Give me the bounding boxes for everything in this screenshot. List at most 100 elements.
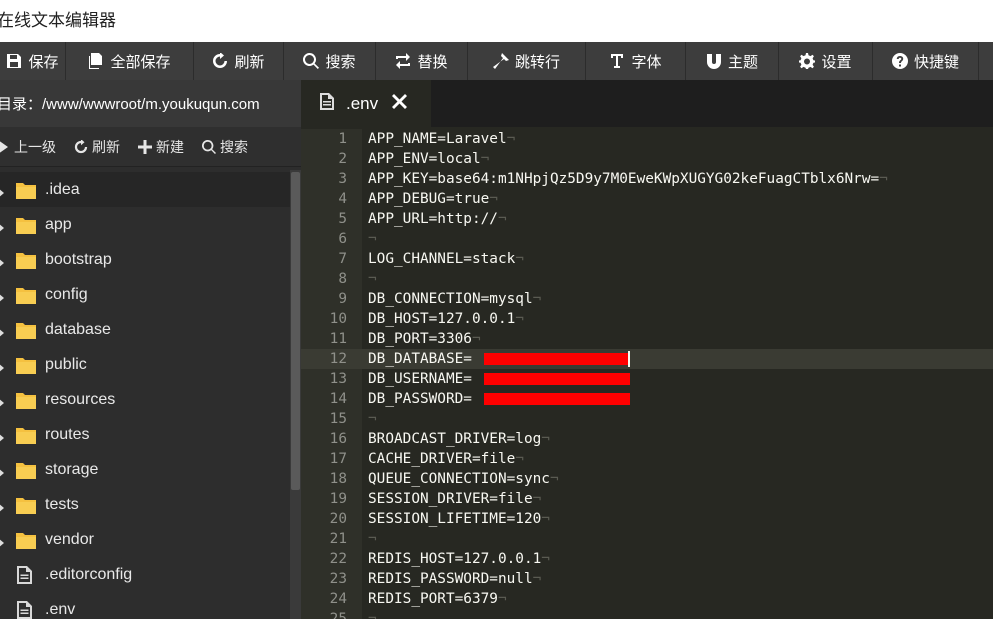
end-of-line-marker: ¬ [368, 611, 377, 619]
code-line-text: DB_PASSWORD= [368, 391, 472, 407]
code-line[interactable]: 1 APP_NAME=Laravel¬ [301, 129, 993, 149]
caret-right-icon[interactable] [0, 325, 6, 336]
code-line[interactable]: 5 APP_URL=http://¬ [301, 209, 993, 229]
tree-item-editorconfig[interactable]: .editorconfig [0, 557, 290, 592]
code-line[interactable]: 23 REDIS_PASSWORD=null¬ [301, 569, 993, 589]
tree-item-label: storage [45, 460, 99, 478]
code-text: ¬ [368, 529, 377, 549]
redaction-bar [484, 373, 630, 385]
close-tab-icon[interactable] [392, 93, 408, 114]
code-text: ¬ [368, 229, 377, 249]
code-line[interactable]: 11 DB_PORT=3306¬ [301, 329, 993, 349]
sidebar-action-search[interactable]: 搜索 [193, 137, 257, 157]
end-of-line-marker: ¬ [497, 211, 507, 227]
folder-icon [16, 181, 36, 199]
line-number: 3 [338, 171, 347, 187]
code-text: DB_HOST=127.0.0.1¬ [368, 309, 524, 329]
toolbar-button-search[interactable]: 搜索 [284, 42, 376, 80]
sidebar-action-refresh[interactable]: 刷新 [65, 137, 129, 157]
tree-item-idea[interactable]: .idea [0, 172, 290, 207]
code-text: DB_USERNAME= [368, 369, 472, 389]
sidebar-action-plus[interactable]: 新建 [129, 137, 193, 157]
code-line[interactable]: 12 DB_DATABASE= [301, 349, 993, 369]
tree-item-app[interactable]: app [0, 207, 290, 242]
code-line[interactable]: 22 REDIS_HOST=127.0.0.1¬ [301, 549, 993, 569]
code-line[interactable]: 16 BROADCAST_DRIVER=log¬ [301, 429, 993, 449]
toolbar-button-label: 全部保存 [110, 53, 171, 71]
code-line[interactable]: 20 SESSION_LIFETIME=120¬ [301, 509, 993, 529]
code-line[interactable]: 24 REDIS_PORT=6379¬ [301, 589, 993, 609]
code-line[interactable]: 8 ¬ [301, 269, 993, 289]
tree-item-env[interactable]: .env [0, 592, 290, 619]
caret-right-icon[interactable] [0, 290, 6, 301]
code-line-text: DB_DATABASE= [368, 351, 472, 367]
code-text: REDIS_HOST=127.0.0.1¬ [368, 549, 550, 569]
code-line[interactable]: 18 QUEUE_CONNECTION=sync¬ [301, 469, 993, 489]
code-line[interactable]: 13 DB_USERNAME= [301, 369, 993, 389]
end-of-line-marker: ¬ [541, 431, 550, 447]
caret-right-icon[interactable] [0, 395, 6, 406]
caret-right-icon[interactable] [0, 465, 6, 476]
code-text: LOG_CHANNEL=stack¬ [368, 249, 524, 269]
code-line[interactable]: 7 LOG_CHANNEL=stack¬ [301, 249, 993, 269]
toolbar: 保存 全部保存 刷新 搜索 替换 跳转行 字体 主题 设置 快捷键 [0, 42, 993, 80]
tree-item-config[interactable]: config [0, 277, 290, 312]
tree-item-bootstrap[interactable]: bootstrap [0, 242, 290, 277]
code-line[interactable]: 19 SESSION_DRIVER=file¬ [301, 489, 993, 509]
sidebar-action-label: 新建 [156, 138, 184, 155]
toolbar-button-refresh[interactable]: 刷新 [194, 42, 284, 80]
toolbar-button-replace[interactable]: 替换 [376, 42, 468, 80]
toolbar-button-goto-line[interactable]: 跳转行 [468, 42, 586, 80]
caret-right-icon[interactable] [0, 185, 6, 196]
code-line[interactable]: 9 DB_CONNECTION=mysql¬ [301, 289, 993, 309]
code-line[interactable]: 15 ¬ [301, 409, 993, 429]
tree-item-storage[interactable]: storage [0, 452, 290, 487]
code-line[interactable]: 10 DB_HOST=127.0.0.1¬ [301, 309, 993, 329]
code-line-text: APP_NAME=Laravel [368, 131, 507, 147]
caret-right-icon[interactable] [0, 430, 6, 441]
end-of-line-marker: ¬ [541, 551, 550, 567]
caret-right-icon[interactable] [0, 220, 6, 231]
toolbar-button-theme[interactable]: 主题 [686, 42, 779, 80]
code-text: APP_NAME=Laravel¬ [368, 129, 515, 149]
toolbar-button-label: 主题 [727, 53, 758, 71]
code-line[interactable]: 4 APP_DEBUG=true¬ [301, 189, 993, 209]
code-line[interactable]: 21 ¬ [301, 529, 993, 549]
toolbar-button-font[interactable]: 字体 [586, 42, 686, 80]
caret-right-icon[interactable] [0, 535, 6, 546]
tree-item-public[interactable]: public [0, 347, 290, 382]
tree-item-database[interactable]: database [0, 312, 290, 347]
caret-right-icon[interactable] [0, 360, 6, 371]
end-of-line-marker: ¬ [506, 131, 516, 147]
end-of-line-marker: ¬ [549, 471, 559, 487]
code-line[interactable]: 25 ¬ [301, 609, 993, 619]
tree-item-tests[interactable]: tests [0, 487, 290, 522]
code-text: APP_URL=http://¬ [368, 209, 507, 229]
code-line[interactable]: 6 ¬ [301, 229, 993, 249]
sidebar-action-up-level[interactable]: 上一级 [0, 137, 65, 157]
toolbar-button-help[interactable]: 快捷键 [873, 42, 979, 80]
tree-item-label: routes [45, 425, 90, 443]
plus-icon [138, 139, 152, 154]
tree-item-routes[interactable]: routes [0, 417, 290, 452]
tree-item-vendor[interactable]: vendor [0, 522, 290, 557]
code-line[interactable]: 14 DB_PASSWORD= [301, 389, 993, 409]
code-lines[interactable]: 1 APP_NAME=Laravel¬ 2 APP_ENV=local¬ 3 APP_KE… [301, 129, 993, 619]
toolbar-button-save[interactable]: 保存 [0, 42, 66, 80]
code-line-text: DB_CONNECTION=mysql [368, 291, 533, 307]
tree-item-resources[interactable]: resources [0, 382, 290, 417]
line-number: 1 [338, 131, 347, 147]
folder-icon [16, 496, 36, 514]
sidebar-scrollbar-thumb[interactable] [291, 172, 300, 490]
toolbar-button-save-all[interactable]: 全部保存 [66, 42, 194, 80]
editor-tab-env[interactable]: .env [301, 80, 431, 127]
code-text: REDIS_PASSWORD=null¬ [368, 569, 541, 589]
code-line[interactable]: 2 APP_ENV=local¬ [301, 149, 993, 169]
code-line[interactable]: 17 CACHE_DRIVER=file¬ [301, 449, 993, 469]
code-line[interactable]: 3 APP_KEY=base64:m1NHpjQz5D9y7M0EweKWpXUG… [301, 169, 993, 189]
line-number: 11 [329, 331, 347, 347]
caret-right-icon[interactable] [0, 255, 6, 266]
end-of-line-marker: ¬ [532, 291, 542, 307]
toolbar-button-settings[interactable]: 设置 [779, 42, 873, 80]
caret-right-icon[interactable] [0, 500, 6, 511]
